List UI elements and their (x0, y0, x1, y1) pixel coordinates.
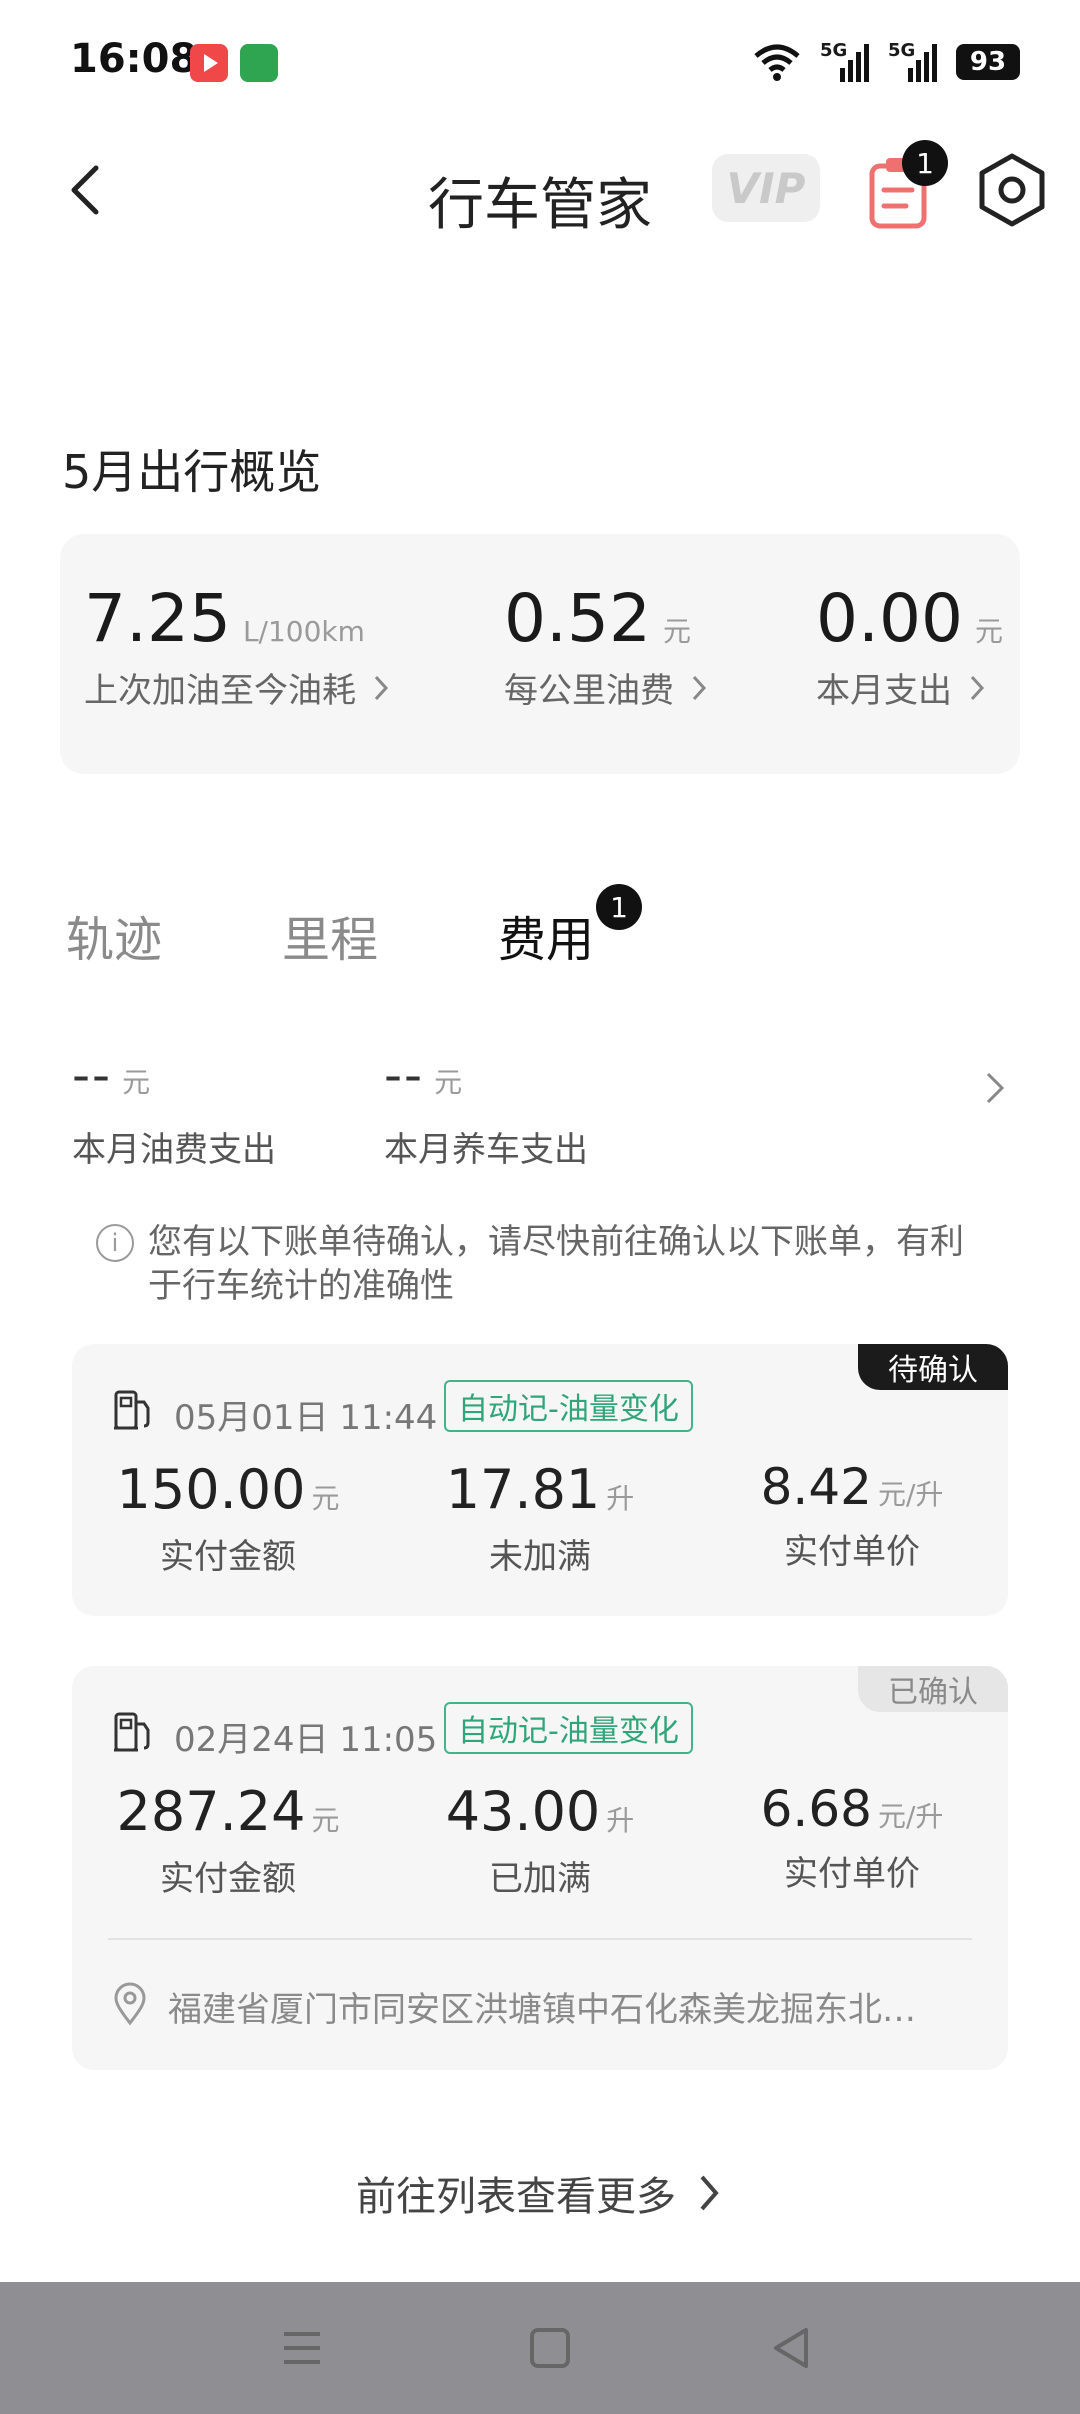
bill-metric-label: 未加满 (489, 1537, 591, 1577)
bill-metric-unit: 元/升 (877, 1478, 944, 1511)
bill-metric-value: 287.24 (116, 1780, 306, 1843)
bill-auto-tag: 自动记-油量变化 (444, 1702, 693, 1754)
notification-badge: 1 (902, 140, 948, 186)
app-header: 行车管家 VIP 1 (0, 130, 1080, 250)
expense-label: 本月油费支出 (72, 1130, 276, 1170)
bill-metric-value: 6.68 (760, 1780, 872, 1838)
chevron-right-icon (970, 675, 985, 700)
overview-label: 本月支出 (816, 671, 952, 711)
pending-bills-notice: 您有以下账单待确认，请尽快前往确认以下账单，有利于行车统计的准确性 (148, 1222, 964, 1306)
network-type-2: 5G (888, 40, 916, 61)
overview-unit: L/100km (242, 615, 365, 648)
tab-expense-badge: 1 (596, 884, 642, 930)
status-icons: 5G 5G 93 (752, 40, 1020, 82)
back-nav-icon[interactable] (762, 2322, 822, 2374)
monthly-fuel-expense[interactable]: -- 元 本月油费支出 (72, 1046, 276, 1171)
bill-metric-label: 已加满 (489, 1859, 591, 1899)
tab-track[interactable]: 轨迹 (66, 900, 162, 970)
overview-title: 5月出行概览 (62, 445, 322, 499)
clipboard-icon[interactable]: 1 (862, 140, 948, 230)
bill-metric-value: 43.00 (445, 1780, 601, 1843)
bill-metric-label: 实付金额 (160, 1859, 296, 1899)
bill-metric-unit: 升 (606, 1482, 635, 1515)
bill-card[interactable]: 已确认 02月24日 11:05 自动记-油量变化 287.24 元 实付金额 4… (72, 1666, 1008, 2070)
info-icon: i (96, 1224, 134, 1262)
chevron-right-icon (692, 675, 707, 700)
overview-monthly-expense[interactable]: 0.00 元 本月支出 (816, 580, 1003, 712)
status-bar: 16:08 5G 5G 93 (0, 0, 1080, 120)
bill-metric-label: 实付单价 (784, 1532, 920, 1572)
bill-location: 福建省厦门市同安区洪塘镇中石化森美龙掘东北… (168, 1990, 916, 2030)
bill-metric-label: 实付单价 (784, 1854, 920, 1894)
overview-value: 7.25 (84, 580, 231, 657)
expense-value: -- (72, 1046, 113, 1104)
bill-metric-unit: 元/升 (877, 1800, 944, 1833)
home-nav-icon[interactable] (520, 2322, 580, 2374)
fuel-pump-icon (112, 1710, 154, 1754)
view-more-label: 前往列表查看更多 (356, 2174, 676, 2220)
bill-metric-value: 8.42 (760, 1458, 872, 1516)
bill-card[interactable]: 待确认 05月01日 11:44 自动记-油量变化 150.00 元 实付金额 1… (72, 1344, 1008, 1616)
bill-status-badge: 待确认 (858, 1344, 1008, 1390)
overview-label: 每公里油费 (504, 671, 674, 711)
oppo-app-icon (240, 44, 278, 82)
tab-expense[interactable]: 费用 (498, 900, 594, 970)
overview-cost-per-km[interactable]: 0.52 元 每公里油费 (504, 580, 710, 712)
chevron-right-icon (700, 2175, 719, 2211)
bill-metric-unit: 升 (606, 1804, 635, 1837)
bill-volume: 17.81 升 未加满 (384, 1458, 696, 1578)
expense-detail-chevron-icon[interactable] (982, 1068, 1008, 1108)
bill-unit-price: 8.42 元/升 实付单价 (696, 1458, 1008, 1573)
settings-icon[interactable] (974, 152, 1050, 228)
status-time: 16:08 (70, 36, 198, 82)
tab-mileage[interactable]: 里程 (282, 900, 378, 970)
bill-volume: 43.00 升 已加满 (384, 1780, 696, 1900)
expense-unit: 元 (434, 1066, 463, 1099)
menu-nav-icon[interactable] (272, 2322, 332, 2374)
system-nav-bar (0, 2282, 1080, 2414)
tab-expense-label: 费用 (498, 912, 595, 968)
overview-fuel-consumption[interactable]: 7.25 L/100km 上次加油至今油耗 (84, 580, 392, 712)
expense-label: 本月养车支出 (384, 1130, 588, 1170)
overview-value: 0.52 (504, 580, 651, 657)
bill-status-badge: 已确认 (858, 1666, 1008, 1712)
overview-unit: 元 (662, 615, 691, 648)
bill-unit-price: 6.68 元/升 实付单价 (696, 1780, 1008, 1895)
bill-auto-tag: 自动记-油量变化 (444, 1380, 693, 1432)
bill-metric-value: 150.00 (116, 1458, 306, 1521)
bill-divider (108, 1938, 972, 1940)
overview-card: 7.25 L/100km 上次加油至今油耗 0.52 元 每公里油费 0.00 元 本… (60, 534, 1020, 774)
bill-metric-value: 17.81 (445, 1458, 601, 1521)
view-more-link[interactable]: 前往列表查看更多 (0, 2164, 1080, 2222)
monthly-maintenance-expense[interactable]: -- 元 本月养车支出 (384, 1046, 588, 1171)
bill-datetime: 02月24日 11:05 (174, 1720, 438, 1760)
vip-button[interactable]: VIP (712, 154, 820, 222)
bill-metric-unit: 元 (311, 1482, 340, 1515)
location-pin-icon (112, 1982, 148, 2026)
chevron-right-icon (374, 675, 389, 700)
tab-bar: 轨迹 里程 费用 1 (0, 880, 1080, 980)
bill-amount: 150.00 元 实付金额 (72, 1458, 384, 1578)
expense-value: -- (384, 1046, 425, 1104)
bill-metric-label: 实付金额 (160, 1537, 296, 1577)
network-type-1: 5G (820, 40, 848, 61)
overview-unit: 元 (974, 615, 1003, 648)
overview-label: 上次加油至今油耗 (84, 671, 356, 711)
battery-indicator: 93 (956, 44, 1020, 80)
overview-value: 0.00 (816, 580, 963, 657)
wifi-icon (754, 44, 800, 81)
video-app-icon (190, 44, 228, 82)
signal-2: 5G (888, 40, 938, 82)
signal-1: 5G (820, 40, 870, 82)
fuel-pump-icon (112, 1388, 154, 1432)
expense-unit: 元 (122, 1066, 151, 1099)
bill-datetime: 05月01日 11:44 (174, 1398, 438, 1438)
bill-amount: 287.24 元 实付金额 (72, 1780, 384, 1900)
bill-metric-unit: 元 (311, 1804, 340, 1837)
